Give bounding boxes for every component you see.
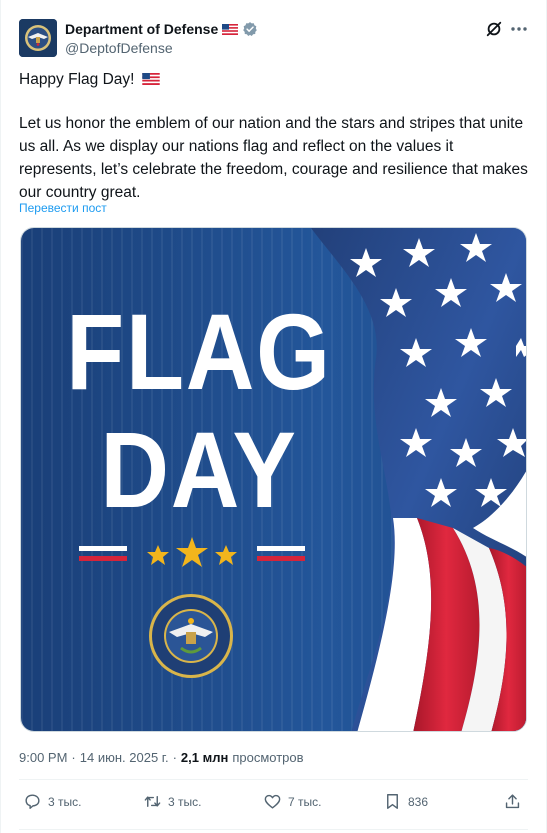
translate-post-link[interactable]: Перевести пост [19, 201, 107, 215]
author-name[interactable]: Department of Defense [65, 21, 218, 37]
views-label: просмотров [232, 750, 304, 765]
repost-button[interactable]: 3 тыс. [143, 792, 201, 811]
author-name-row: Department of Defense [65, 20, 258, 38]
reply-button[interactable]: 3 тыс. [23, 792, 81, 811]
grok-icon[interactable] [485, 20, 503, 38]
author-handle[interactable]: @DeptofDefense [65, 40, 173, 56]
like-button[interactable]: 7 тыс. [263, 792, 321, 811]
reply-icon [25, 794, 40, 809]
repost-icon [144, 796, 161, 807]
more-options-icon[interactable] [509, 20, 529, 38]
bookmark-icon [387, 794, 398, 809]
action-bar: 3 тыс. 3 тыс. 7 тыс. 836 [19, 792, 529, 814]
dod-seal-icon [19, 19, 57, 57]
repost-count: 3 тыс. [168, 794, 202, 809]
post-date[interactable]: 14 июн. 2025 г. [80, 750, 169, 765]
post-image[interactable]: FLAG DAY [20, 227, 527, 732]
reply-count: 3 тыс. [48, 794, 82, 809]
meta-separator: · [172, 750, 177, 765]
image-headline-day: DAY [100, 409, 298, 530]
dod-seal-icon [149, 594, 233, 678]
post-text-greeting: Happy Flag Day! [19, 68, 531, 91]
share-button[interactable] [503, 792, 522, 811]
post-meta: 9:00 PM · 14 июн. 2025 г. · 2,1 млн прос… [19, 750, 304, 765]
bookmark-button[interactable]: 836 [383, 792, 428, 811]
post-text-body: Let us honor the emblem of our nation an… [19, 115, 528, 201]
us-flag-emoji-icon [222, 23, 239, 35]
divider [19, 829, 528, 830]
verified-badge-icon[interactable] [242, 21, 258, 37]
meta-separator: · [71, 750, 76, 765]
bookmark-count: 836 [408, 794, 429, 809]
views-count: 2,1 млн [180, 750, 229, 765]
like-count: 7 тыс. [288, 794, 322, 809]
post-greeting-text: Happy Flag Day! [19, 71, 135, 88]
post-time[interactable]: 9:00 PM [19, 750, 67, 765]
author-avatar[interactable] [19, 19, 57, 57]
heart-icon [264, 794, 281, 809]
us-flag-emoji-icon [142, 73, 160, 85]
post-card: Department of Defense @DeptofDefense Hap… [0, 0, 547, 833]
share-icon [505, 794, 520, 809]
divider [19, 779, 528, 780]
image-headline-flag: FLAG [66, 291, 332, 412]
